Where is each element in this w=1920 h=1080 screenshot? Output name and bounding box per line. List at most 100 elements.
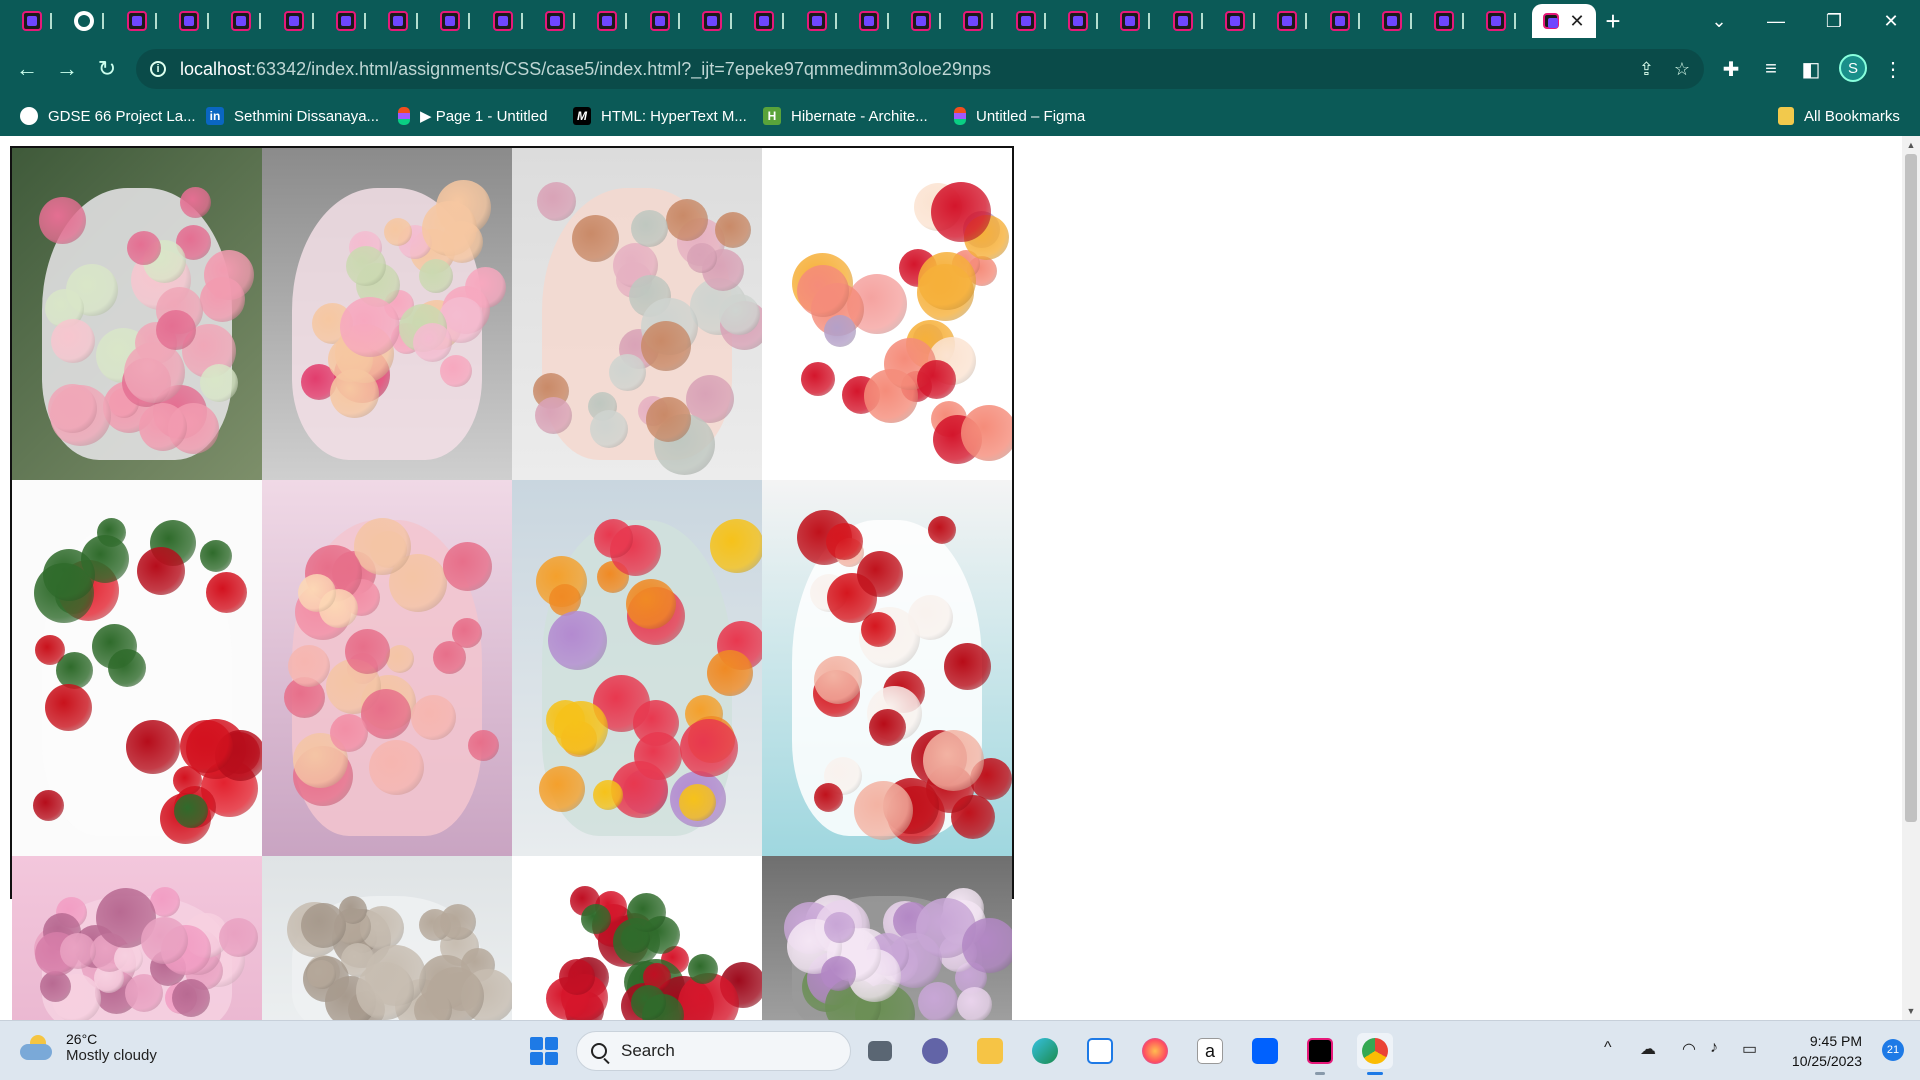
weather-widget[interactable]: 26°C Mostly cloudy — [20, 1031, 157, 1064]
browser-tab[interactable] — [1366, 4, 1418, 38]
browser-tab[interactable] — [1470, 4, 1522, 38]
browser-tab[interactable] — [163, 4, 215, 38]
volume-icon[interactable]: ♪ — [1710, 1039, 1718, 1057]
intellij-icon — [1068, 11, 1088, 31]
chrome-icon[interactable] — [1357, 1033, 1393, 1075]
bookmark-item[interactable]: H Hibernate - Archite... — [763, 104, 928, 128]
browser-tab[interactable] — [215, 4, 267, 38]
wifi-icon[interactable]: ◠ — [1682, 1039, 1696, 1059]
bookmark-label: HTML: HyperText M... — [601, 107, 747, 125]
browser-tab[interactable] — [1261, 4, 1313, 38]
search-icon — [591, 1043, 607, 1059]
tab-title-fragment — [834, 13, 837, 29]
browser-tab[interactable] — [1104, 4, 1156, 38]
teams-chat-icon[interactable] — [917, 1033, 953, 1069]
browser-tab[interactable] — [477, 4, 529, 38]
scroll-down-icon[interactable]: ▼ — [1906, 1006, 1916, 1016]
browser-tab[interactable] — [1209, 4, 1261, 38]
flower-photo — [512, 856, 762, 1020]
intellij-icon — [440, 11, 461, 31]
bookmark-item[interactable]: Untitled – Figma — [954, 104, 1085, 128]
tab-title-fragment — [468, 13, 471, 29]
browser-tab[interactable] — [895, 4, 947, 38]
browser-tab[interactable] — [738, 4, 790, 38]
new-tab-button[interactable]: + — [1598, 6, 1628, 36]
extensions-icon[interactable]: ✚ — [1718, 56, 1744, 82]
url-text[interactable]: localhost:63342/index.html/assignments/C… — [180, 59, 991, 80]
bookmark-item[interactable]: GDSE 66 Project La... — [20, 104, 196, 128]
browser-tab[interactable] — [6, 4, 58, 38]
tab-title-fragment — [1462, 13, 1465, 29]
store-icon[interactable] — [1082, 1033, 1118, 1069]
tab-title-fragment — [1043, 13, 1046, 29]
clock[interactable]: 9:45 PM 10/25/2023 — [1792, 1031, 1862, 1071]
battery-icon[interactable]: ▭ — [1742, 1039, 1757, 1059]
browser-tab[interactable] — [424, 4, 476, 38]
address-bar[interactable]: i localhost:63342/index.html/assignments… — [136, 49, 1704, 89]
task-view-icon[interactable] — [862, 1033, 898, 1069]
taskbar-search[interactable]: Search — [576, 1031, 851, 1071]
browser-tab[interactable] — [1000, 4, 1052, 38]
site-info-icon[interactable]: i — [150, 61, 166, 77]
minimize-button[interactable]: — — [1761, 6, 1791, 36]
side-panel-icon[interactable]: ◧ — [1798, 56, 1824, 82]
browser-tab[interactable] — [1314, 4, 1366, 38]
browser-tab[interactable] — [111, 4, 163, 38]
active-tab[interactable]: ✕ — [1532, 4, 1596, 38]
browser-tab[interactable] — [686, 4, 738, 38]
browser-tab[interactable] — [372, 4, 424, 38]
browser-tab[interactable] — [1418, 4, 1470, 38]
browser-tab[interactable] — [268, 4, 320, 38]
tab-title-fragment — [573, 13, 575, 29]
tab-title-fragment — [1200, 13, 1203, 29]
intellij-icon — [388, 11, 409, 31]
browser-tab[interactable] — [529, 4, 581, 38]
bookmark-star-icon[interactable]: ☆ — [1674, 59, 1690, 80]
bookmark-item[interactable]: M HTML: HyperText M... — [573, 104, 747, 128]
forward-button[interactable]: → — [52, 54, 82, 84]
browser-tab[interactable] — [791, 4, 843, 38]
browser-tab[interactable] — [1157, 4, 1209, 38]
file-explorer-icon[interactable] — [972, 1033, 1008, 1069]
tab-title-fragment — [729, 13, 732, 29]
share-icon[interactable]: ⇪ — [1639, 59, 1654, 80]
edge-icon[interactable] — [1027, 1033, 1063, 1069]
scrollbar[interactable]: ▲ ▼ — [1902, 136, 1920, 1020]
browser-tab[interactable] — [58, 4, 110, 38]
bookmarks-bar: GDSE 66 Project La... in Sethmini Dissana… — [0, 96, 1920, 136]
browser-tab[interactable] — [843, 4, 895, 38]
intellij-icon[interactable] — [1302, 1033, 1338, 1075]
intellij-icon — [1543, 13, 1560, 29]
browser-tab[interactable] — [947, 4, 999, 38]
firefox-icon[interactable] — [1137, 1033, 1173, 1069]
tray-chevron-icon[interactable]: ^ — [1604, 1039, 1612, 1057]
weather-temp: 26°C — [66, 1031, 98, 1047]
tab-title-fragment — [625, 13, 628, 29]
scroll-up-icon[interactable]: ▲ — [1906, 140, 1916, 150]
onedrive-icon[interactable]: ☁ — [1640, 1039, 1656, 1059]
all-bookmarks-button[interactable]: All Bookmarks — [1778, 104, 1900, 128]
browser-tab[interactable] — [1052, 4, 1104, 38]
restore-button[interactable]: ❐ — [1819, 6, 1849, 36]
dropbox-icon[interactable] — [1247, 1033, 1283, 1069]
bookmark-item[interactable]: ▶ Page 1 - Untitled — [398, 104, 547, 128]
flower-photo — [12, 856, 262, 1020]
tab-close-button[interactable]: ✕ — [1569, 11, 1584, 32]
scrollbar-thumb[interactable] — [1905, 154, 1917, 822]
tab-title-fragment — [782, 13, 785, 29]
profile-avatar[interactable]: S — [1839, 54, 1867, 82]
bookmark-item[interactable]: in Sethmini Dissanaya... — [206, 104, 379, 128]
menu-kebab-icon[interactable]: ⋮ — [1880, 56, 1906, 82]
media-controls-icon[interactable]: ≡ — [1758, 56, 1784, 82]
browser-tab[interactable] — [320, 4, 372, 38]
notification-badge[interactable]: 21 — [1882, 1039, 1904, 1061]
browser-tab[interactable] — [581, 4, 633, 38]
amazon-icon[interactable]: a — [1192, 1033, 1228, 1069]
reload-button[interactable]: ↻ — [92, 54, 122, 84]
back-button[interactable]: ← — [12, 54, 42, 84]
tab-search-button[interactable]: ⌄ — [1704, 6, 1734, 36]
browser-tab[interactable] — [634, 4, 686, 38]
start-button[interactable] — [530, 1037, 558, 1065]
flower-photo — [262, 480, 512, 856]
window-close-button[interactable]: ✕ — [1876, 6, 1906, 36]
